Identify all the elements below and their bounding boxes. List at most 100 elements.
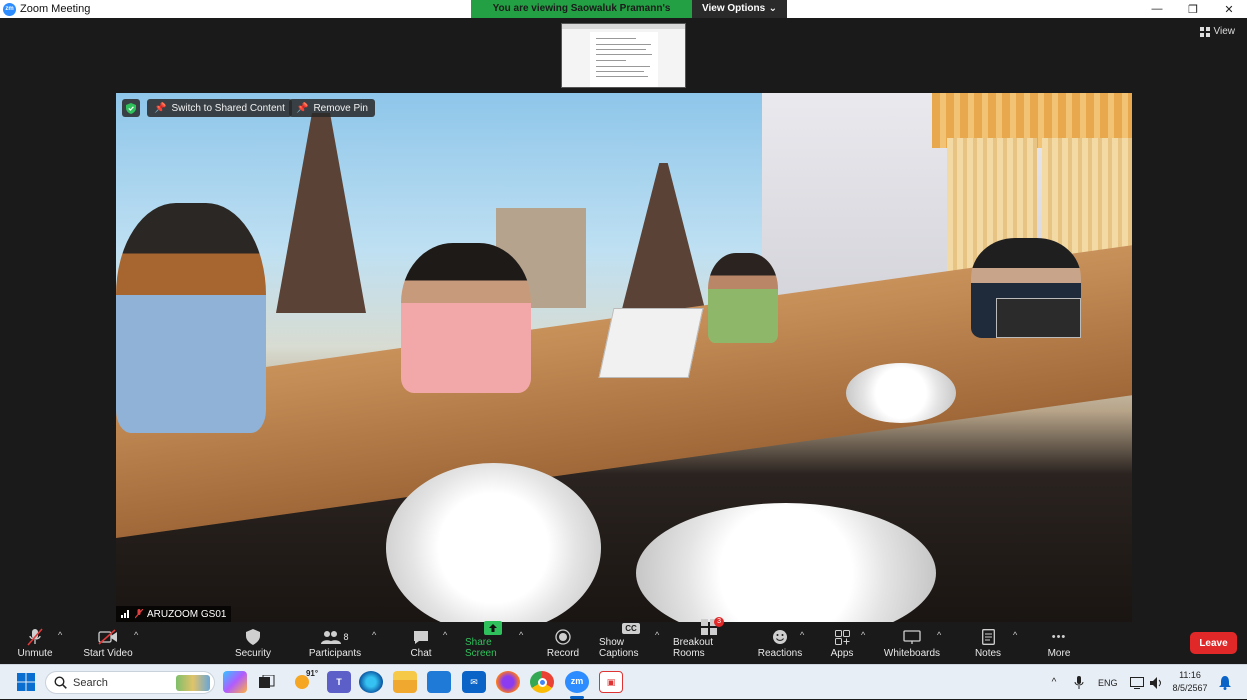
network-icon[interactable] — [1129, 676, 1144, 689]
audio-options-caret[interactable]: ^ — [58, 630, 62, 640]
captions-options-caret[interactable]: ^ — [655, 630, 659, 640]
pdf-reader-icon[interactable]: ▣ — [599, 671, 623, 693]
participants-button[interactable]: 8 Participants — [308, 622, 362, 664]
leave-button[interactable]: Leave — [1190, 632, 1237, 654]
chat-label: Chat — [410, 648, 432, 659]
participants-label: Participants — [308, 648, 362, 659]
windows-start-icon[interactable] — [14, 671, 38, 693]
apps-icon — [832, 628, 852, 646]
remove-pin-button[interactable]: 📌 Remove Pin — [289, 99, 375, 117]
breakout-rooms-icon: 3 — [699, 617, 724, 635]
view-options-label: View Options — [702, 3, 766, 14]
file-explorer-icon[interactable] — [393, 671, 417, 693]
whiteboards-options-caret[interactable]: ^ — [937, 630, 941, 640]
apps-label: Apps — [830, 648, 854, 659]
apps-options-caret[interactable]: ^ — [861, 630, 865, 640]
pinned-video[interactable]: 📌 Switch to Shared Content 📌 Remove Pin … — [116, 93, 1132, 622]
clock-time: 11:16 — [1179, 670, 1201, 680]
zoom-logo-icon: zm — [3, 2, 16, 16]
taskbar-clock[interactable]: 11:16 8/5/2567 — [1170, 669, 1210, 695]
switch-label: Switch to Shared Content — [171, 102, 285, 114]
whiteboards-label: Whiteboards — [883, 648, 941, 659]
chrome-icon[interactable] — [530, 671, 554, 693]
whiteboards-button[interactable]: Whiteboards — [882, 622, 942, 664]
chevron-down-icon: ⌄ — [768, 3, 777, 14]
participants-options-caret[interactable]: ^ — [372, 630, 376, 640]
security-label: Security — [234, 648, 272, 659]
edge-icon[interactable] — [359, 671, 383, 693]
more-label: More — [1047, 648, 1071, 659]
flower-arrangement — [846, 363, 956, 423]
clock-date: 8/5/2567 — [1172, 683, 1208, 693]
taskbar-search-input[interactable]: Search — [45, 671, 215, 694]
copilot-icon[interactable] — [223, 671, 247, 693]
record-button[interactable]: Record — [546, 622, 580, 664]
record-label: Record — [546, 648, 580, 659]
start-video-button[interactable]: Start Video — [82, 622, 134, 664]
system-tray: ^ ENG — [1046, 665, 1164, 700]
pin-icon: 📌 — [296, 102, 309, 114]
video-off-icon — [98, 628, 118, 646]
chat-bubble-icon — [411, 628, 431, 646]
zoom-app-icon[interactable]: zm — [565, 671, 589, 693]
participant-woman-right — [708, 253, 778, 343]
show-captions-button[interactable]: CC Show Captions — [599, 622, 663, 664]
participants-count: 8 — [343, 632, 349, 642]
close-button[interactable]: ✕ — [1211, 0, 1247, 18]
view-options-button[interactable]: View Options ⌄ — [692, 0, 787, 18]
language-indicator[interactable]: ENG — [1098, 678, 1118, 688]
pin-icon: 📌 — [154, 102, 167, 114]
firefox-icon[interactable] — [496, 671, 520, 693]
show-captions-label: Show Captions — [599, 637, 639, 659]
chat-button[interactable]: Chat — [405, 622, 437, 664]
volume-icon[interactable] — [1149, 676, 1164, 689]
apps-button[interactable]: Apps — [829, 622, 855, 664]
notes-icon — [978, 628, 998, 646]
task-view-icon[interactable] — [255, 671, 279, 693]
chat-options-caret[interactable]: ^ — [443, 630, 447, 640]
shared-screen-thumbnail[interactable] — [561, 23, 686, 88]
remove-pin-label: Remove Pin — [313, 102, 368, 114]
smiley-icon — [770, 628, 790, 646]
notes-options-caret[interactable]: ^ — [1013, 630, 1017, 640]
share-screen-button[interactable]: Share Screen — [465, 621, 521, 664]
encryption-shield-icon[interactable] — [122, 99, 140, 117]
share-options-caret[interactable]: ^ — [519, 630, 523, 640]
teams-icon[interactable]: T — [327, 671, 351, 693]
windows-taskbar: Search 91° T ✉ zm ▣ ^ ENG 11:16 8/5/2567 — [0, 664, 1247, 699]
more-button[interactable]: ••• More — [1044, 622, 1074, 664]
breakout-rooms-button[interactable]: 3 Breakout Rooms — [673, 617, 745, 664]
mail-icon[interactable]: ✉ — [462, 671, 486, 693]
minimize-button[interactable]: — — [1139, 0, 1175, 18]
restore-button[interactable]: ❐ — [1175, 0, 1211, 18]
reactions-button[interactable]: Reactions — [758, 622, 802, 664]
tray-overflow-chevron[interactable]: ^ — [1046, 677, 1062, 688]
security-button[interactable]: Security — [232, 622, 274, 664]
muted-mic-icon — [135, 609, 143, 619]
weather-widget[interactable]: 91° — [293, 669, 319, 693]
video-options-caret[interactable]: ^ — [134, 630, 138, 640]
more-dots-icon: ••• — [1051, 631, 1067, 643]
start-video-label: Start Video — [83, 648, 133, 659]
participants-icon: 8 — [318, 628, 352, 646]
viewing-screen-notice: You are viewing Saowaluk Pramann's scree… — [471, 0, 692, 32]
share-banner: You are viewing Saowaluk Pramann's scree… — [471, 0, 787, 32]
participant-name-tag: ARUZOOM GS01 — [116, 606, 232, 622]
view-layout-button[interactable]: View — [1199, 26, 1235, 37]
microphone-icon[interactable] — [1074, 675, 1084, 690]
reactions-options-caret[interactable]: ^ — [800, 630, 804, 640]
thumbnail-toolbar — [562, 24, 685, 29]
switch-to-shared-content-button[interactable]: 📌 Switch to Shared Content — [147, 99, 292, 117]
reactions-label: Reactions — [757, 648, 803, 659]
notes-button[interactable]: Notes — [972, 622, 1004, 664]
record-icon — [553, 628, 573, 646]
window-controls: — ❐ ✕ — [1139, 0, 1247, 18]
notification-bell-icon[interactable] — [1219, 676, 1231, 690]
flower-arrangement — [636, 503, 936, 622]
grid-icon — [1199, 26, 1210, 37]
mural-temple — [621, 163, 706, 313]
unmute-button[interactable]: Unmute — [12, 622, 58, 664]
window-title: Zoom Meeting — [20, 3, 91, 15]
microsoft-store-icon[interactable] — [427, 671, 451, 693]
whiteboard-icon — [902, 628, 922, 646]
